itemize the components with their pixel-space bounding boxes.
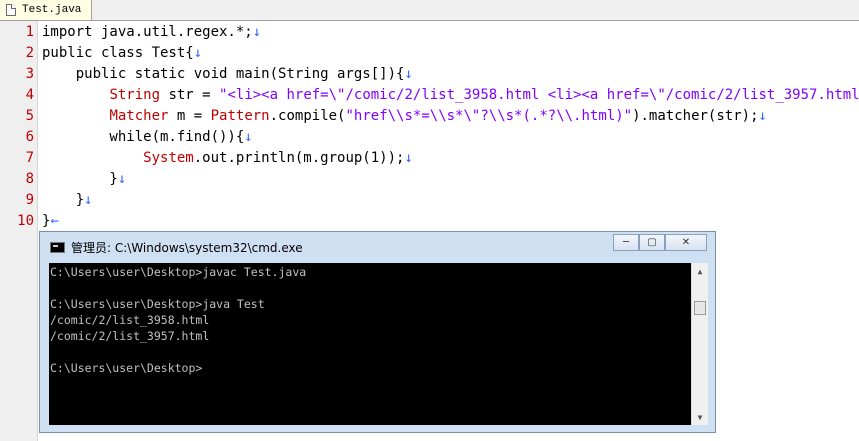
code-token: String [109, 87, 161, 103]
window-controls: ─ ▢ ✕ [613, 234, 707, 251]
code-line: 6 while(m.find()){↓ [0, 127, 859, 148]
code-token: str = [160, 87, 220, 103]
code-line: 2 public class Test{↓ [0, 43, 859, 64]
minimize-icon: ─ [622, 237, 630, 248]
console-line: C:\Users\user\Desktop>javac Test.java [50, 265, 307, 279]
line-number: 9 [25, 192, 34, 208]
end-of-line-marker: ↓ [758, 108, 767, 124]
code-token: .out.println(m.group(1)); [193, 150, 405, 166]
code-text: String str = "<li><a href=\"/comic/2/lis… [42, 85, 859, 106]
end-of-line-marker: ← [50, 213, 59, 229]
code-text: import java.util.regex.*;↓ [42, 22, 261, 43]
end-of-line-marker: ↓ [404, 66, 413, 82]
code-token: public class Test{ [42, 45, 194, 61]
code-text: }← [42, 211, 59, 232]
end-of-line-marker: ↓ [244, 129, 253, 145]
code-token: .compile( [269, 108, 346, 124]
code-token: System [143, 150, 194, 166]
code-text: Matcher m = Pattern.compile("href\\s*=\\… [42, 106, 767, 127]
minimize-button[interactable]: ─ [613, 234, 639, 251]
cmd-window-title: 管理员: C:\Windows\system32\cmd.exe [71, 240, 303, 255]
code-text: while(m.find()){↓ [42, 127, 253, 148]
code-line: 7 System.out.println(m.group(1));↓ [0, 148, 859, 169]
file-icon [6, 4, 16, 16]
code-text: System.out.println(m.group(1));↓ [42, 148, 413, 169]
code-text: public static void main(String args[]){↓ [42, 64, 413, 85]
vertical-scrollbar[interactable]: ▲ ▼ [691, 263, 708, 425]
line-number: 8 [25, 171, 34, 187]
line-number: 1 [25, 24, 34, 40]
tab-label: Test.java [22, 4, 82, 16]
code-token: while(m.find()){ [42, 129, 245, 145]
line-number: 3 [25, 66, 34, 82]
tab-test-java[interactable]: Test.java [0, 0, 92, 20]
code-line: 9 }↓ [0, 190, 859, 211]
close-button[interactable]: ✕ [665, 234, 707, 251]
console-line: /comic/2/list_3957.html [50, 329, 210, 343]
code-text: }↓ [42, 169, 126, 190]
line-number: 7 [25, 150, 34, 166]
code-text: public class Test{↓ [42, 43, 202, 64]
cmd-icon [50, 241, 65, 253]
code-line: 1 import java.util.regex.*;↓ [0, 22, 859, 43]
console-line: C:\Users\user\Desktop> [50, 361, 203, 375]
code-token: import java.util.regex.*; [42, 24, 253, 40]
code-token: } [42, 192, 85, 208]
code-token: public static void main(String args[]){ [42, 66, 405, 82]
console-line: /comic/2/list_3958.html [50, 313, 210, 327]
end-of-line-marker: ↓ [117, 171, 127, 187]
code-line: 3 public static void main(String args[])… [0, 64, 859, 85]
line-number: 5 [25, 108, 34, 124]
code-line: 5 Matcher m = Pattern.compile("href\\s*=… [0, 106, 859, 127]
maximize-icon: ▢ [647, 237, 657, 248]
code-token: ).matcher(str); [632, 108, 759, 124]
line-number: 6 [25, 129, 34, 145]
cmd-window[interactable]: 管理员: C:\Windows\system32\cmd.exe ─ ▢ ✕ C… [39, 231, 716, 433]
scroll-up-arrow-icon[interactable]: ▲ [692, 263, 708, 279]
line-number: 2 [25, 45, 34, 61]
code-token: "href\\s*=\\s*\"?\\s*(.*?\\.html)" [345, 108, 633, 124]
cmd-title-bar[interactable]: 管理员: C:\Windows\system32\cmd.exe ─ ▢ ✕ [40, 232, 715, 262]
code-line: 10 }← [0, 211, 859, 232]
scrollbar-thumb[interactable] [694, 301, 706, 315]
maximize-button[interactable]: ▢ [639, 234, 665, 251]
code-token: } [42, 171, 118, 187]
line-number: 4 [25, 87, 34, 103]
end-of-line-marker: ↓ [84, 192, 93, 208]
tab-bar: Test.java [0, 0, 859, 21]
code-line: 4 String str = "<li><a href=\"/comic/2/l… [0, 85, 859, 106]
code-line: 8 }↓ [0, 169, 859, 190]
end-of-line-marker: ↓ [252, 24, 262, 40]
code-text: }↓ [42, 190, 93, 211]
line-number: 10 [17, 213, 34, 229]
scroll-down-arrow-icon[interactable]: ▼ [692, 409, 708, 425]
code-token: Pattern [210, 108, 270, 124]
console-line: C:\Users\user\Desktop>java Test [50, 297, 265, 311]
end-of-line-marker: ↓ [193, 45, 203, 61]
code-token: m = [168, 108, 211, 124]
close-icon: ✕ [681, 237, 691, 248]
end-of-line-marker: ↓ [404, 150, 413, 166]
console-output[interactable]: C:\Users\user\Desktop>javac Test.java C:\… [49, 263, 708, 425]
code-token: Matcher [109, 108, 169, 124]
code-token: "<li><a href=\"/comic/2/list_3958.html <… [219, 87, 859, 103]
